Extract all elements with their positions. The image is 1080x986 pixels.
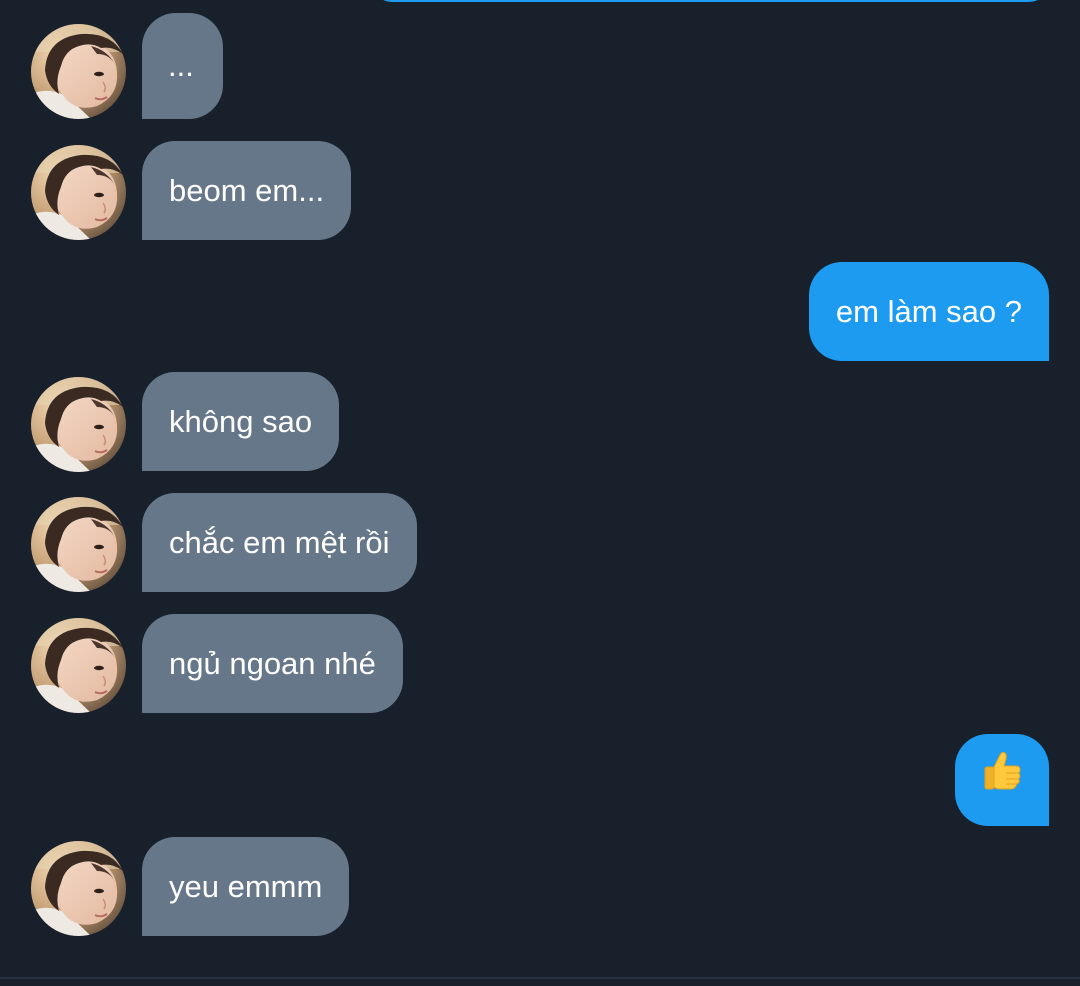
message-row-incoming: ngủ ngoan nhé	[0, 614, 1080, 713]
message-row-incoming: chắc em mệt rồi	[0, 493, 1080, 592]
message-row-incoming: ...	[0, 13, 1080, 119]
message-bubble-incoming[interactable]: chắc em mệt rồi	[142, 493, 417, 592]
avatar[interactable]	[31, 497, 126, 592]
message-row-outgoing	[0, 734, 1080, 826]
message-text: chắc em mệt rồi	[169, 525, 390, 560]
message-bubble-incoming[interactable]: beom em...	[142, 141, 352, 240]
composer-divider	[0, 977, 1080, 979]
message-row-outgoing: em làm sao ?	[0, 262, 1080, 361]
message-text: beom em...	[169, 173, 325, 208]
message-text: ngủ ngoan nhé	[169, 646, 376, 681]
message-text: ...	[168, 48, 194, 83]
message-text: em làm sao ?	[835, 294, 1022, 329]
message-bubble-outgoing[interactable]	[955, 734, 1049, 826]
avatar[interactable]	[31, 145, 126, 240]
message-row-incoming: không sao	[0, 372, 1080, 471]
avatar[interactable]	[31, 24, 126, 119]
message-bubble-incoming[interactable]: không sao	[142, 372, 340, 471]
avatar[interactable]	[31, 377, 126, 472]
message-bubble-incoming[interactable]: ngủ ngoan nhé	[142, 614, 403, 713]
conversation-thread: ... beom em... em làm sao ? không sao ch…	[0, 0, 1080, 986]
message-row-incoming: yeu emmm	[0, 837, 1080, 936]
thumbs-up-icon	[982, 731, 1022, 830]
avatar[interactable]	[31, 618, 126, 713]
message-row-incoming: beom em...	[0, 141, 1080, 240]
avatar[interactable]	[31, 841, 126, 936]
message-bubble-incoming[interactable]: yeu emmm	[142, 837, 350, 936]
message-bubble-outgoing[interactable]: em làm sao ?	[808, 262, 1049, 361]
message-bubble-incoming[interactable]: ...	[142, 13, 223, 119]
message-text: yeu emmm	[169, 869, 323, 904]
message-text: không sao	[169, 404, 313, 439]
